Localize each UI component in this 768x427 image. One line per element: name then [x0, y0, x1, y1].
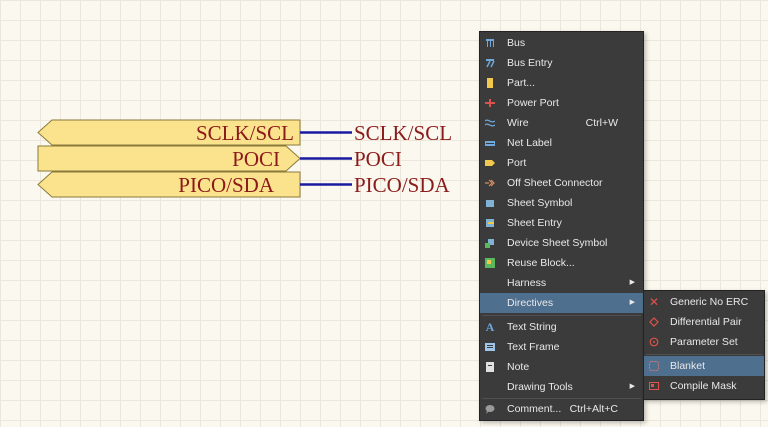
menu-item-text-string[interactable]: A Text String — [480, 317, 643, 337]
menu-item-label: Bus Entry — [507, 57, 553, 69]
menu-item-label: Text Frame — [507, 341, 560, 353]
menu-item-label: Differential Pair — [670, 316, 742, 328]
menu-item-label: Compile Mask — [670, 380, 737, 392]
menu-item-net-label[interactable]: Net Label — [480, 133, 643, 153]
shortcut-text: Ctrl+Alt+C — [569, 403, 618, 415]
menu-item-sheet-symbol[interactable]: Sheet Symbol — [480, 193, 643, 213]
submenu-item-generic-no-erc[interactable]: ✕ Generic No ERC — [644, 292, 764, 312]
menu-item-label: Part... — [507, 77, 536, 89]
menu-item-sheet-entry[interactable]: Sheet Entry — [480, 213, 643, 233]
bus-icon — [485, 38, 495, 48]
menu-item-off-sheet-connector[interactable]: Off Sheet Connector — [480, 173, 643, 193]
port-label-poci: POCI — [232, 147, 280, 171]
directives-submenu: ✕ Generic No ERC Differential Pair Param… — [643, 290, 765, 400]
menu-item-wire[interactable]: Wire Ctrl+W — [480, 113, 643, 133]
menu-item-power-port[interactable]: Power Port — [480, 93, 643, 113]
submenu-item-compile-mask[interactable]: Compile Mask — [644, 376, 764, 396]
port-label-sclk: SCLK/SCL — [195, 121, 294, 145]
net-label-poci[interactable]: POCI — [354, 148, 402, 170]
menu-item-comment[interactable]: Comment... Ctrl+Alt+C — [480, 399, 643, 419]
menu-item-label: Blanket — [670, 360, 706, 372]
differential-pair-icon — [649, 317, 659, 327]
menu-item-directives[interactable]: Directives ▶ — [480, 293, 643, 313]
shortcut-text: Ctrl+W — [585, 117, 618, 129]
menu-item-label: Off Sheet Connector — [507, 177, 603, 189]
menu-item-reuse-block[interactable]: Reuse Block... — [480, 253, 643, 273]
submenu-item-differential-pair[interactable]: Differential Pair — [644, 312, 764, 332]
menu-item-label: Sheet Entry — [507, 217, 562, 229]
menu-item-drawing-tools[interactable]: Drawing Tools ▶ — [480, 377, 643, 397]
submenu-arrow-icon: ▶ — [629, 299, 635, 306]
menu-item-bus[interactable]: Bus — [480, 33, 643, 53]
bus-entry-icon — [485, 58, 495, 68]
menu-item-label: Text String — [507, 321, 557, 333]
menu-item-label: Directives — [507, 297, 554, 309]
submenu-arrow-icon: ▶ — [629, 383, 635, 390]
menu-item-note[interactable]: Note — [480, 357, 643, 377]
port-label-pico: PICO/SDA — [178, 173, 274, 197]
menu-item-label: Sheet Symbol — [507, 197, 573, 209]
menu-separator — [646, 354, 762, 355]
menu-item-label: Bus — [507, 37, 526, 49]
text-string-icon: A — [485, 320, 495, 334]
menu-item-label: Net Label — [507, 137, 552, 149]
net-label-pico[interactable]: PICO/SDA — [354, 174, 450, 196]
menu-item-label: Generic No ERC — [670, 296, 749, 308]
wire-icon — [485, 118, 495, 128]
menu-separator — [482, 315, 641, 316]
net-label-icon — [485, 138, 495, 148]
submenu-item-parameter-set[interactable]: Parameter Set — [644, 332, 764, 352]
text-frame-icon — [485, 342, 495, 352]
device-sheet-symbol-icon — [485, 238, 495, 248]
net-label-sclk[interactable]: SCLK/SCL — [354, 122, 452, 144]
off-sheet-connector-icon — [485, 178, 495, 188]
menu-item-label: Drawing Tools — [507, 381, 573, 393]
menu-item-label: Note — [507, 361, 530, 373]
menu-item-device-sheet-symbol[interactable]: Device Sheet Symbol — [480, 233, 643, 253]
menu-item-harness[interactable]: Harness ▶ — [480, 273, 643, 293]
submenu-arrow-icon: ▶ — [629, 279, 635, 286]
comment-icon — [485, 404, 495, 414]
sheet-entry-icon — [485, 218, 495, 228]
submenu-item-blanket[interactable]: Blanket — [644, 356, 764, 376]
menu-item-label: Port — [507, 157, 527, 169]
menu-item-label: Comment... — [507, 403, 562, 415]
menu-item-label: Power Port — [507, 97, 559, 109]
menu-item-label: Wire — [507, 117, 529, 129]
menu-item-label: Parameter Set — [670, 336, 738, 348]
menu-item-bus-entry[interactable]: Bus Entry — [480, 53, 643, 73]
parameter-set-icon — [649, 337, 659, 347]
blanket-icon — [649, 361, 659, 371]
menu-item-part[interactable]: Part... — [480, 73, 643, 93]
menu-item-text-frame[interactable]: Text Frame — [480, 337, 643, 357]
note-icon — [485, 362, 495, 372]
compile-mask-icon — [649, 381, 659, 391]
reuse-block-icon — [485, 258, 495, 268]
menu-item-label: Harness — [507, 277, 547, 289]
generic-no-erc-icon: ✕ — [648, 295, 660, 309]
menu-item-port[interactable]: Port — [480, 153, 643, 173]
port-icon — [485, 158, 495, 168]
place-context-menu: Bus Bus Entry Part... Power Port Wire Ct… — [479, 31, 644, 421]
sheet-symbol-icon — [485, 198, 495, 208]
power-port-icon — [485, 98, 495, 108]
part-icon — [485, 78, 495, 88]
menu-item-label: Device Sheet Symbol — [507, 237, 608, 249]
menu-item-label: Reuse Block... — [507, 257, 575, 269]
